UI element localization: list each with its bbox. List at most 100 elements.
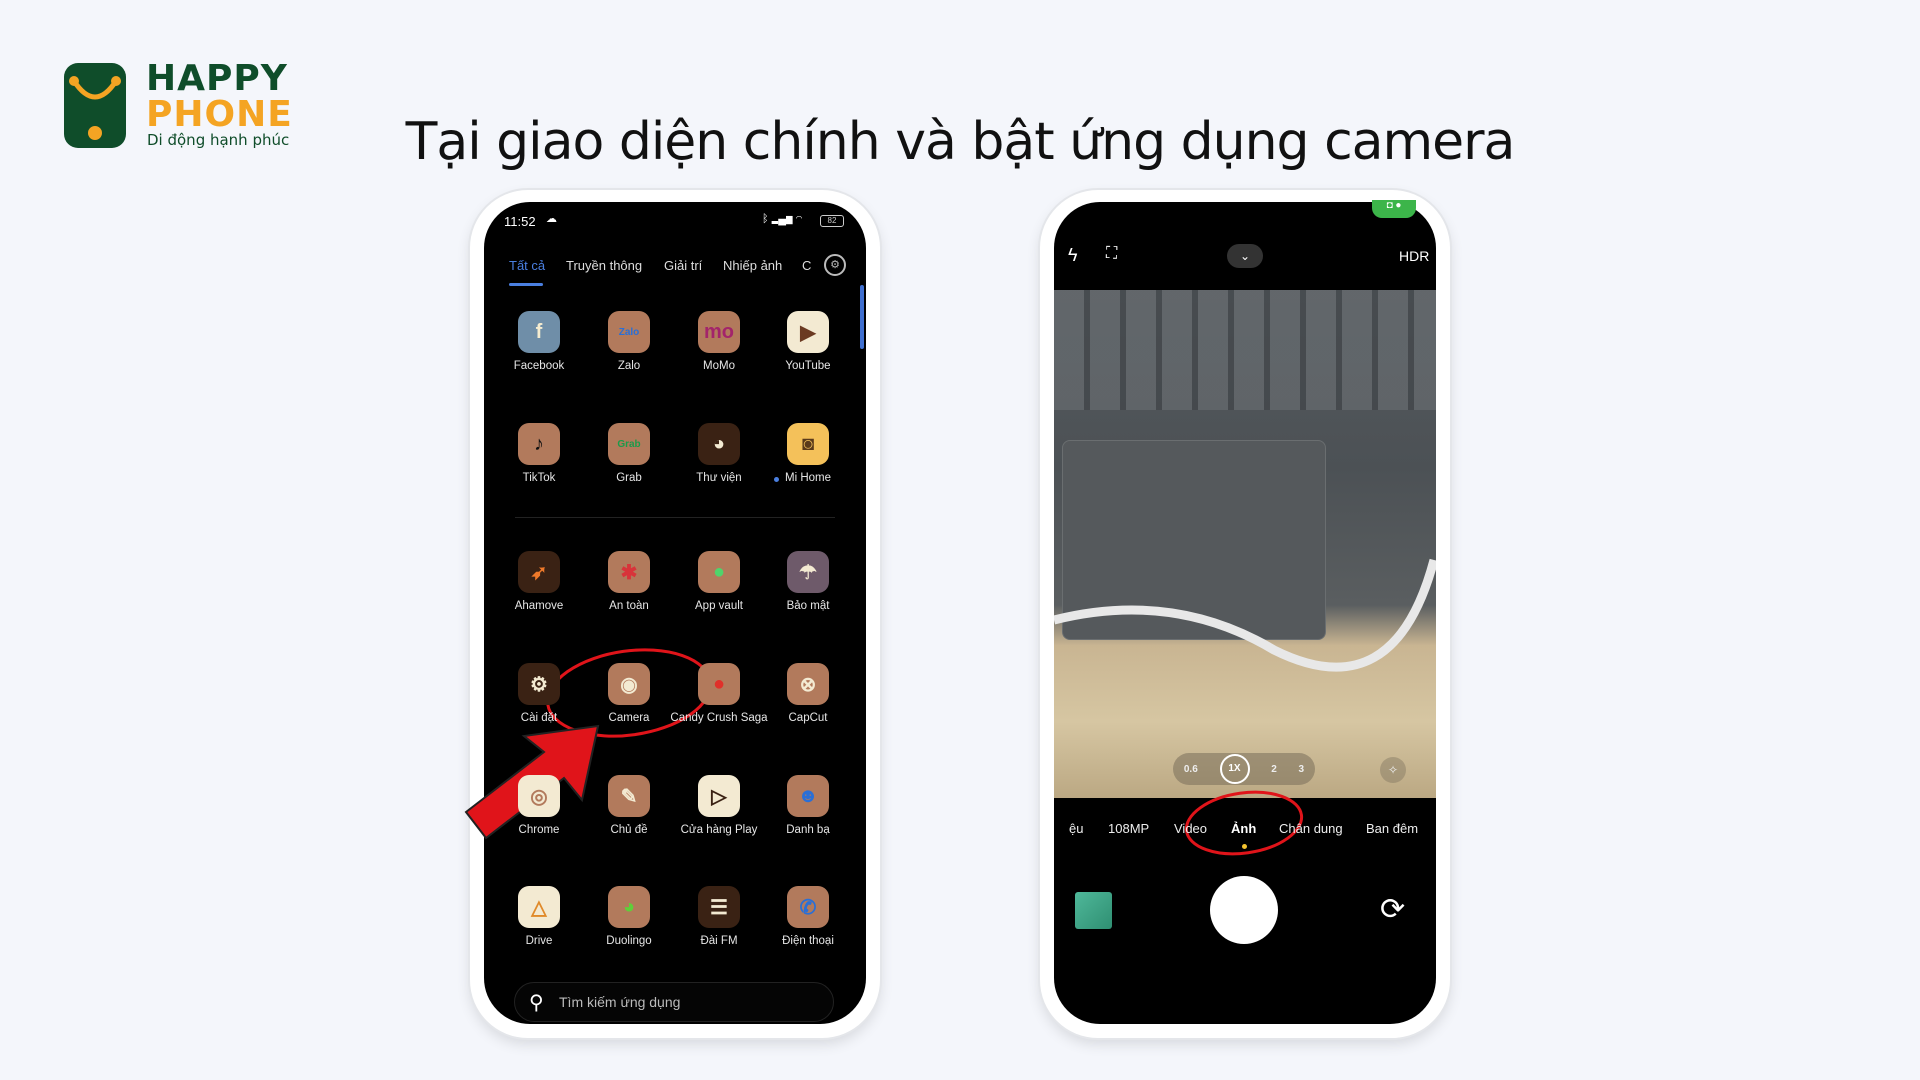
app-label: Ahamove [514, 600, 564, 612]
momo-icon: mo [698, 311, 740, 353]
app-youtube[interactable]: ▶ YouTube [758, 311, 858, 373]
app-grab[interactable]: Grab Grab [579, 423, 679, 485]
app-label: Zalo [617, 360, 641, 372]
app-gallery[interactable]: ◕ Thư viện [669, 423, 769, 485]
app-label: Chrome [518, 824, 560, 836]
app-zalo[interactable]: Zalo Zalo [579, 311, 679, 373]
app-label: Thư viện [696, 472, 742, 484]
zalo-icon: Zalo [608, 311, 650, 353]
app-drive[interactable]: △ Drive [489, 886, 589, 948]
tab-3[interactable]: Nhiếp ảnh [723, 258, 782, 273]
app-label: Điện thoại [782, 935, 834, 947]
app-label: Drive [525, 935, 553, 947]
cloud-icon: ☁ [546, 213, 557, 225]
app-capcut[interactable]: ⊗ CapCut [758, 663, 858, 725]
app-search-bar[interactable]: ⚲ Tìm kiếm ứng dụng [514, 982, 834, 1022]
hdr-toggle[interactable]: HDR [1399, 248, 1429, 264]
new-badge-dot [774, 477, 779, 482]
app-label: MoMo [703, 360, 735, 372]
tab-4[interactable]: C [802, 258, 811, 273]
app-label: Grab [616, 472, 642, 484]
active-mode-dot [1242, 844, 1247, 849]
status-time: 11:52 [504, 214, 536, 229]
zoom-option[interactable]: 0.6 [1184, 764, 1198, 775]
app-security[interactable]: ✱ An toàn [579, 551, 679, 613]
camera-mode-0[interactable]: ệu [1069, 821, 1083, 836]
tab-2[interactable]: Giải trí [664, 258, 702, 273]
app-label: Mi Home [784, 472, 831, 484]
facebook-icon: f [518, 311, 560, 353]
app-label: Duolingo [606, 935, 652, 947]
grab-icon: Grab [608, 423, 650, 465]
app-momo[interactable]: mo MoMo [669, 311, 769, 373]
ai-beauty-icon[interactable]: ✧ [1380, 757, 1406, 783]
app-label: YouTube [785, 360, 831, 372]
app-tiktok[interactable]: ♪ TikTok [489, 423, 589, 485]
scrollbar[interactable] [860, 285, 864, 349]
camera-location-indicator: ◘ ● [1372, 200, 1416, 218]
app-ahamove[interactable]: ➶ Ahamove [489, 551, 589, 613]
app-facebook[interactable]: f Facebook [489, 311, 589, 373]
app-camera[interactable]: ◉ Camera [579, 663, 679, 725]
app-fm-radio[interactable]: ☰ Đài FM [669, 886, 769, 948]
camera-mode-4[interactable]: Chân dung [1279, 821, 1343, 836]
gallery-thumbnail[interactable] [1075, 892, 1112, 929]
app-label: Cài đặt [520, 712, 558, 724]
flash-auto-icon[interactable]: ϟ [1068, 245, 1078, 266]
youtube-icon: ▶ [787, 311, 829, 353]
camera-mode-5[interactable]: Ban đêm [1366, 821, 1418, 836]
app-label: App vault [695, 600, 743, 612]
app-label: CapCut [788, 712, 828, 724]
app-vault-icon: ● [698, 551, 740, 593]
app-label: Bảo mật [786, 600, 830, 612]
candy-crush-icon: ● [698, 663, 740, 705]
theme-brush-icon: ✎ [608, 775, 650, 817]
app-label: TikTok [522, 472, 556, 484]
bluetooth-signal-wifi-icons: ᛒ ▂▄▆ ◠ [762, 213, 803, 225]
shutter-button[interactable] [1210, 876, 1278, 944]
camera-mode-2[interactable]: Video [1174, 821, 1207, 836]
app-label: Candy Crush Saga [670, 712, 768, 724]
zoom-option[interactable]: 2 [1271, 764, 1277, 775]
app-phone[interactable]: ✆ Điện thoại [758, 886, 858, 948]
app-label: Camera [608, 712, 650, 724]
drive-icon: △ [518, 886, 560, 928]
zoom-option[interactable]: 1X [1219, 754, 1250, 784]
chrome-icon: ◎ [518, 775, 560, 817]
contacts-icon: ☻ [787, 775, 829, 817]
tab-1[interactable]: Truyền thông [566, 258, 642, 273]
focus-icon[interactable]: ⛶ [1106, 245, 1117, 263]
active-tab-indicator [509, 283, 543, 286]
app-candy-crush[interactable]: ● Candy Crush Saga [669, 663, 769, 725]
app-umbrella[interactable]: ☂ Bảo mật [758, 551, 858, 613]
brand-name-line1: HAPPY [146, 58, 288, 99]
app-chrome[interactable]: ◎ Chrome [489, 775, 589, 837]
app-theme-brush[interactable]: ✎ Chủ đề [579, 775, 679, 837]
app-app-vault[interactable]: ● App vault [669, 551, 769, 613]
camera-mode-1[interactable]: 108MP [1108, 821, 1149, 836]
phone-icon: ✆ [787, 886, 829, 928]
settings-icon: ⚙ [518, 663, 560, 705]
settings-gear-icon[interactable]: ⚙ [824, 254, 846, 276]
divider [515, 517, 835, 518]
tab-0[interactable]: Tất cả [509, 258, 545, 273]
camera-icon: ◉ [608, 663, 650, 705]
switch-camera-icon[interactable]: ⟳ [1380, 892, 1405, 927]
camera-viewfinder[interactable] [1054, 290, 1436, 798]
app-label: An toàn [609, 600, 649, 612]
security-icon: ✱ [608, 551, 650, 593]
app-duolingo[interactable]: ◕ Duolingo [579, 886, 679, 948]
page-title: Tại giao diện chính và bật ứng dụng came… [405, 112, 1516, 172]
app-label: Danh bạ [786, 824, 830, 836]
app-mi-home[interactable]: ◙ Mi Home [758, 423, 858, 485]
zoom-option[interactable]: 3 [1299, 764, 1305, 775]
camera-mode-3[interactable]: Ảnh [1231, 821, 1256, 836]
app-play-store[interactable]: ▷ Cửa hàng Play [669, 775, 769, 837]
app-label: Đài FM [700, 935, 738, 947]
battery-icon: 82 [820, 215, 844, 227]
app-contacts[interactable]: ☻ Danh bạ [758, 775, 858, 837]
chevron-down-button[interactable]: ⌄ [1227, 244, 1263, 268]
gallery-icon: ◕ [698, 423, 740, 465]
search-icon: ⚲ [529, 992, 544, 1014]
app-settings[interactable]: ⚙ Cài đặt [489, 663, 589, 725]
